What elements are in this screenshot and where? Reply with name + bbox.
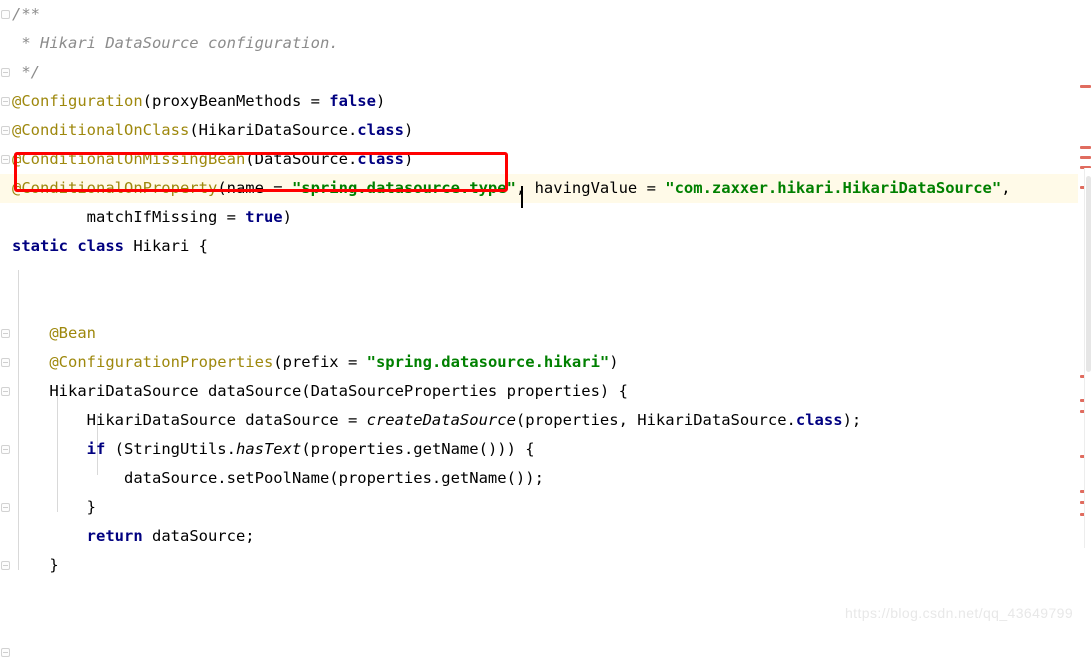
code-token: @ConfigurationProperties [12, 353, 274, 371]
code-line[interactable]: } [0, 493, 1078, 522]
code-line[interactable]: @Bean [0, 319, 1078, 348]
code-token: if [86, 440, 106, 458]
code-token: "spring.datasource.hikari" [366, 353, 610, 371]
code-token: } [12, 498, 96, 516]
code-line[interactable]: } [0, 551, 1078, 580]
code-token: @Bean [12, 324, 96, 342]
code-line[interactable]: @ConditionalOnClass(HikariDataSource.cla… [0, 116, 1078, 145]
code-token: class [357, 121, 404, 139]
code-line[interactable]: static class Hikari { [0, 232, 1078, 261]
code-token: false [329, 92, 376, 110]
watermark-text: https://blog.csdn.net/qq_43649799 [845, 605, 1074, 621]
code-token: @Configuration [12, 92, 143, 110]
code-token: dataSource; [142, 527, 255, 545]
code-token: (prefix = [273, 353, 367, 371]
code-line[interactable]: * Hikari DataSource configuration. [0, 29, 1078, 58]
vertical-scrollbar-thumb[interactable] [1086, 176, 1091, 372]
code-token: static class [12, 237, 124, 255]
code-line[interactable]: return dataSource; [0, 522, 1078, 551]
code-token: (properties, HikariDataSource. [515, 411, 796, 429]
code-token: Hikari { [123, 237, 208, 255]
fold-toggle-icon[interactable] [1, 648, 10, 657]
code-line[interactable]: @Configuration(proxyBeanMethods = false) [0, 87, 1078, 116]
code-token: (proxyBeanMethods = [142, 92, 330, 110]
error-marker[interactable] [1080, 156, 1091, 159]
code-token: matchIfMissing = [12, 208, 246, 226]
error-marker[interactable] [1080, 146, 1091, 149]
code-token: ) [282, 208, 292, 226]
code-token: HikariDataSource dataSource = [12, 411, 367, 429]
code-line[interactable]: */ [0, 58, 1078, 87]
code-token: class [357, 150, 404, 168]
code-line[interactable] [0, 290, 1078, 319]
code-token: ); [842, 411, 862, 429]
code-line[interactable]: /** [0, 0, 1078, 29]
code-token: (StringUtils. [105, 440, 236, 458]
code-token: (name = [217, 179, 292, 197]
code-line[interactable]: dataSource.setPoolName(properties.getNam… [0, 464, 1078, 493]
code-token: @ConditionalOnMissingBean [12, 150, 246, 168]
code-token: "spring.datasource.type" [291, 179, 516, 197]
code-token: HikariDataSource dataSource(DataSourcePr… [12, 382, 628, 400]
code-token: * Hikari DataSource configuration. [12, 34, 339, 52]
code-token: class [795, 411, 843, 429]
code-token: (HikariDataSource. [189, 121, 358, 139]
code-token: */ [12, 63, 40, 81]
code-token: createDataSource [366, 411, 516, 429]
code-token: ) [375, 92, 386, 110]
code-token: , [1001, 179, 1011, 197]
code-token: @ConditionalOnProperty [12, 179, 218, 197]
code-content[interactable]: /** * Hikari DataSource configuration. *… [0, 0, 1078, 632]
code-token: hasText [235, 440, 302, 458]
code-line[interactable]: @ConfigurationProperties(prefix = "sprin… [0, 348, 1078, 377]
code-editor-view[interactable]: /** * Hikari DataSource configuration. *… [0, 0, 1092, 657]
error-marker[interactable] [1080, 85, 1091, 88]
code-token: (DataSource. [245, 150, 358, 168]
code-token: ) [609, 353, 619, 371]
text-caret [521, 186, 523, 208]
code-token: (properties.getName())) { [301, 440, 535, 458]
code-line[interactable]: HikariDataSource dataSource(DataSourcePr… [0, 377, 1078, 406]
code-token: /** [12, 5, 40, 23]
code-line[interactable]: @ConditionalOnMissingBean(DataSource.cla… [0, 145, 1078, 174]
code-token: , havingValue = [515, 179, 666, 197]
code-token: true [245, 208, 283, 226]
code-token: ) [403, 150, 414, 168]
code-line[interactable]: if (StringUtils.hasText(properties.getNa… [0, 435, 1078, 464]
code-token: return [86, 527, 143, 545]
code-token: ) [403, 121, 414, 139]
code-line[interactable]: matchIfMissing = true) [0, 203, 1078, 232]
code-line[interactable]: HikariDataSource dataSource = createData… [0, 406, 1078, 435]
code-token: } [12, 556, 59, 574]
code-token: dataSource.setPoolName(properties.getNam… [12, 469, 544, 487]
code-line[interactable]: @ConditionalOnProperty(name = "spring.da… [0, 174, 1078, 203]
code-token: "com.zaxxer.hikari.HikariDataSource" [665, 179, 1002, 197]
code-line[interactable] [0, 261, 1078, 290]
code-token: @ConditionalOnClass [12, 121, 190, 139]
